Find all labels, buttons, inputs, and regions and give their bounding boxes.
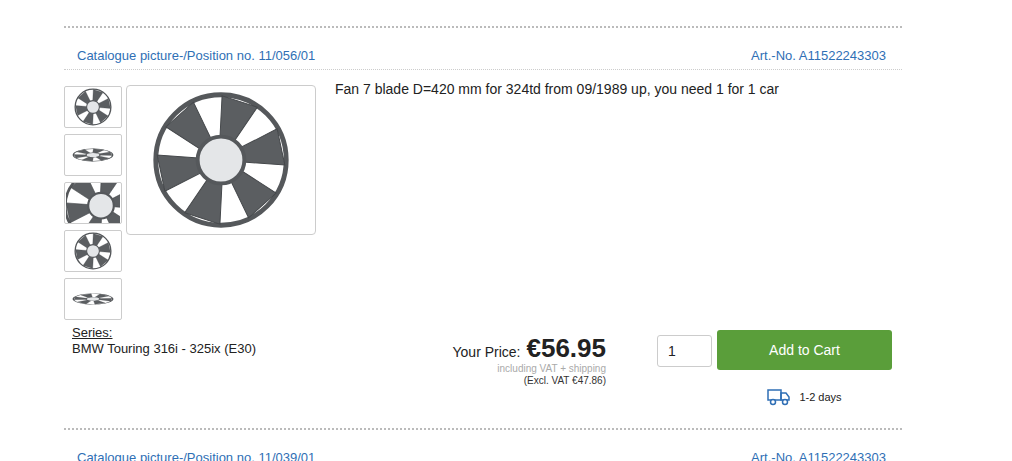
item-header: Catalogue picture-/Position no. 11/039/0… — [64, 430, 902, 461]
catalogue-item: Catalogue picture-/Position no. 11/056/0… — [64, 26, 902, 428]
item-purchase-row: Series:BMW Touring 316i - 325ix (E30)You… — [64, 325, 902, 406]
price-block: Your Price:€56.95including VAT + shippin… — [434, 333, 606, 387]
price-excl-vat: (Excl. VAT €47.86) — [434, 375, 606, 387]
main-image[interactable] — [126, 85, 316, 235]
delivery-info: 1-2 days — [767, 388, 841, 406]
fan-icon — [66, 87, 120, 127]
fan-icon — [146, 87, 296, 233]
series-block: Series:BMW Touring 316i - 325ix (E30) — [64, 325, 434, 357]
fan-icon — [66, 279, 120, 319]
item-body: Fan 7 blade D=420 mm for 324td from 09/1… — [64, 70, 902, 428]
price-label: Your Price: — [453, 342, 521, 363]
thumbnail[interactable] — [64, 182, 122, 224]
quantity-input[interactable] — [657, 335, 712, 367]
add-to-cart-button[interactable]: Add to Cart — [717, 330, 892, 370]
thumbnail[interactable] — [64, 230, 122, 272]
price-value: €56.95 — [526, 333, 606, 363]
fan-icon — [66, 231, 120, 271]
item-top: Fan 7 blade D=420 mm for 324td from 09/1… — [64, 70, 902, 320]
price-note: including VAT + shipping — [434, 363, 606, 375]
catalogue-item: Catalogue picture-/Position no. 11/039/0… — [64, 428, 902, 461]
thumbnail[interactable] — [64, 278, 122, 320]
thumbnail-list — [64, 85, 122, 320]
position-label[interactable]: Catalogue picture-/Position no. 11/039/0… — [77, 450, 315, 461]
thumbnail[interactable] — [64, 134, 122, 176]
item-header: Catalogue picture-/Position no. 11/056/0… — [64, 28, 902, 70]
buy-column: Add to Cart 1-2 days — [717, 330, 892, 406]
article-number: Art.-No. A11522243303 — [751, 48, 886, 64]
series-label: Series: — [72, 325, 434, 341]
series-name: BMW Touring 316i - 325ix (E30) — [72, 341, 434, 357]
fan-icon — [66, 183, 120, 223]
delivery-time: 1-2 days — [799, 389, 841, 405]
truck-icon — [767, 388, 791, 406]
price-line: Your Price:€56.95 — [434, 333, 606, 363]
item-description: Fan 7 blade D=420 mm for 324td from 09/1… — [335, 79, 779, 320]
thumbnail[interactable] — [64, 86, 122, 128]
fan-icon — [66, 135, 120, 175]
position-label[interactable]: Catalogue picture-/Position no. 11/056/0… — [77, 48, 315, 64]
article-number: Art.-No. A11522243303 — [751, 450, 886, 461]
